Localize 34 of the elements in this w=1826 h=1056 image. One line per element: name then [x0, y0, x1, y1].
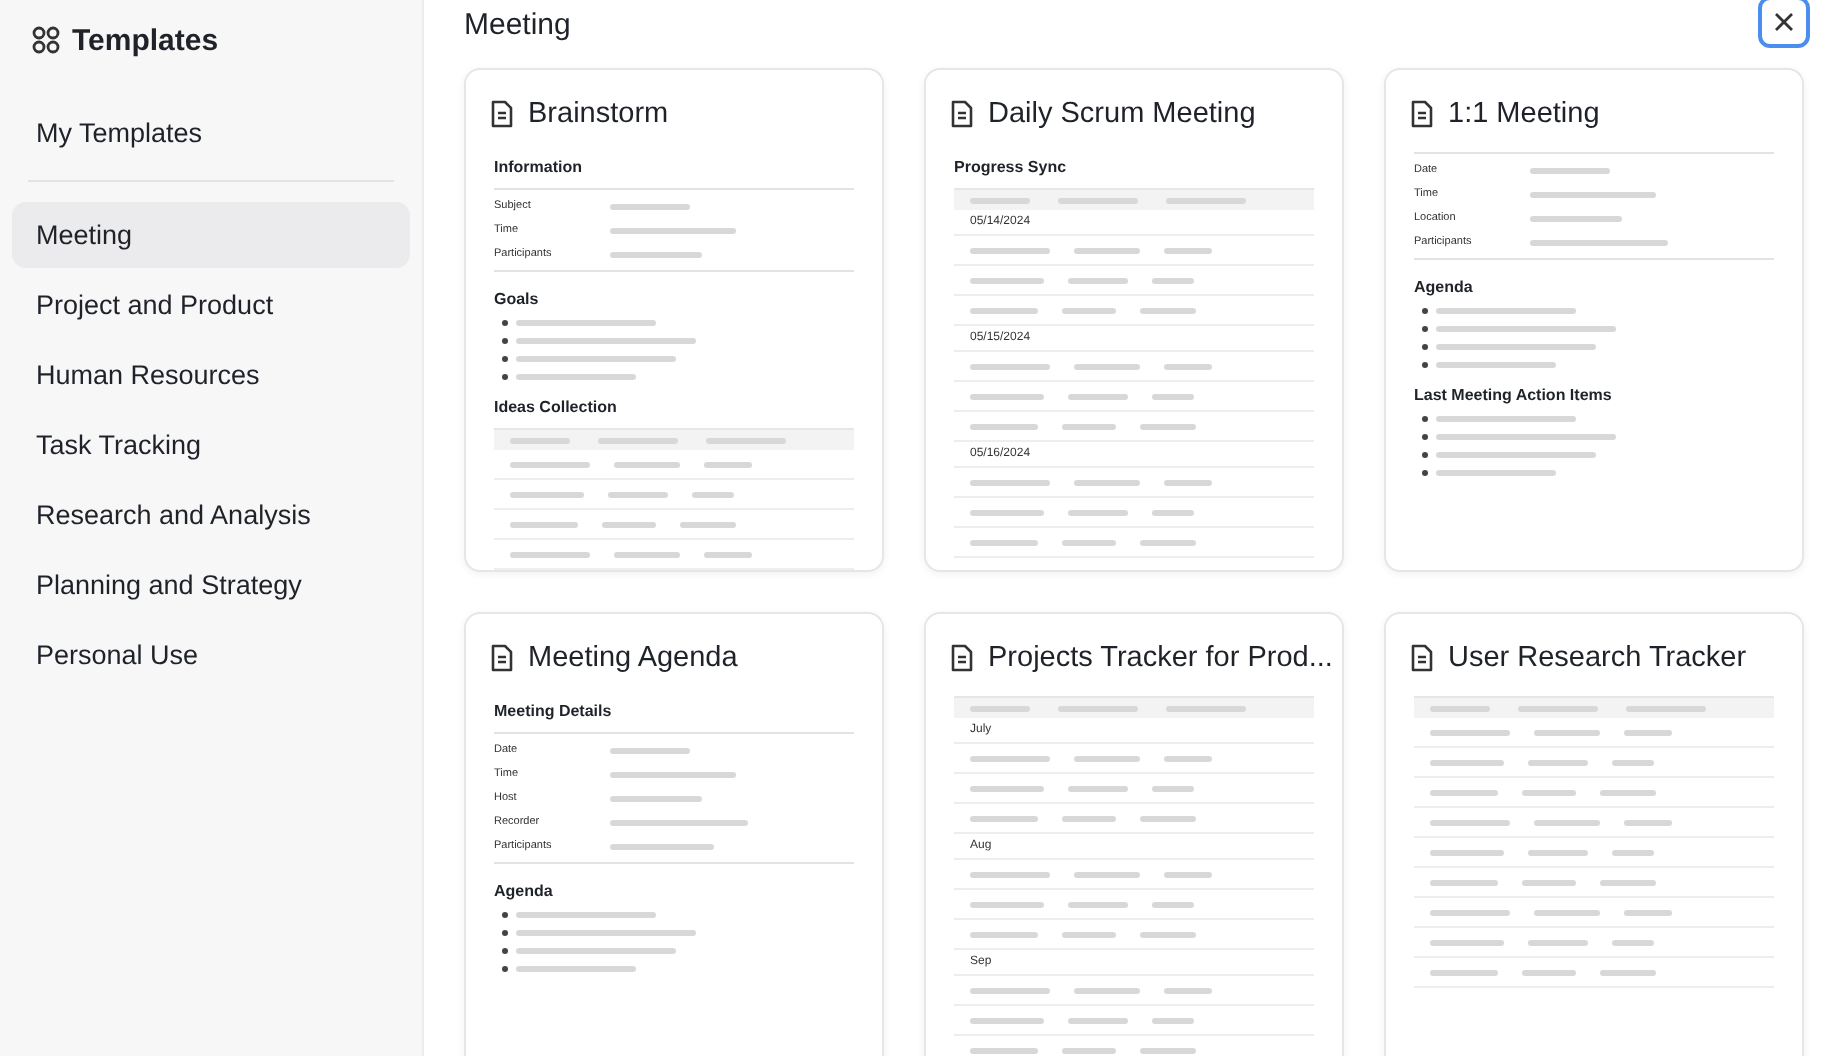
close-icon [1774, 12, 1794, 32]
preview-heading: Ideas Collection [494, 398, 619, 416]
preview-heading: Information [494, 158, 584, 176]
preview-heading: Goals [494, 290, 541, 308]
card-title: Brainstorm [528, 98, 669, 130]
sidebar-item[interactable]: Project and Product [12, 272, 410, 338]
template-card[interactable]: User Research Tracker [1384, 612, 1804, 1056]
preview-heading: Progress Sync [954, 158, 1069, 176]
sidebar-title: Templates [72, 23, 219, 57]
document-icon [1410, 644, 1434, 672]
preview-heading: Meeting Details [494, 702, 614, 720]
document-icon [1410, 100, 1434, 128]
sidebar-item[interactable]: Personal Use [12, 622, 410, 688]
document-icon [950, 100, 974, 128]
grid-icon [32, 26, 60, 54]
document-icon [950, 644, 974, 672]
sidebar-item[interactable]: Research and Analysis [12, 482, 410, 548]
sidebar-item[interactable]: Human Resources [12, 342, 410, 408]
card-title: Projects Tracker for Prod... [988, 642, 1333, 674]
card-title: Daily Scrum Meeting [988, 98, 1256, 130]
close-button[interactable] [1758, 0, 1810, 48]
sidebar-item[interactable]: My Templates [12, 98, 410, 166]
preview-heading: Agenda [494, 882, 555, 900]
card-title: User Research Tracker [1448, 642, 1747, 674]
sidebar-item[interactable]: Meeting [12, 202, 410, 268]
preview-heading: Agenda [1414, 278, 1475, 296]
document-icon [490, 100, 514, 128]
document-icon [490, 644, 514, 672]
page-title: Meeting [464, 7, 571, 41]
sidebar-item[interactable]: Task Tracking [12, 412, 410, 478]
card-title: 1:1 Meeting [1448, 98, 1600, 130]
sidebar-item[interactable]: Planning and Strategy [12, 552, 410, 618]
preview-heading: Last Meeting Action Items [1414, 386, 1614, 404]
card-title: Meeting Agenda [528, 642, 738, 674]
